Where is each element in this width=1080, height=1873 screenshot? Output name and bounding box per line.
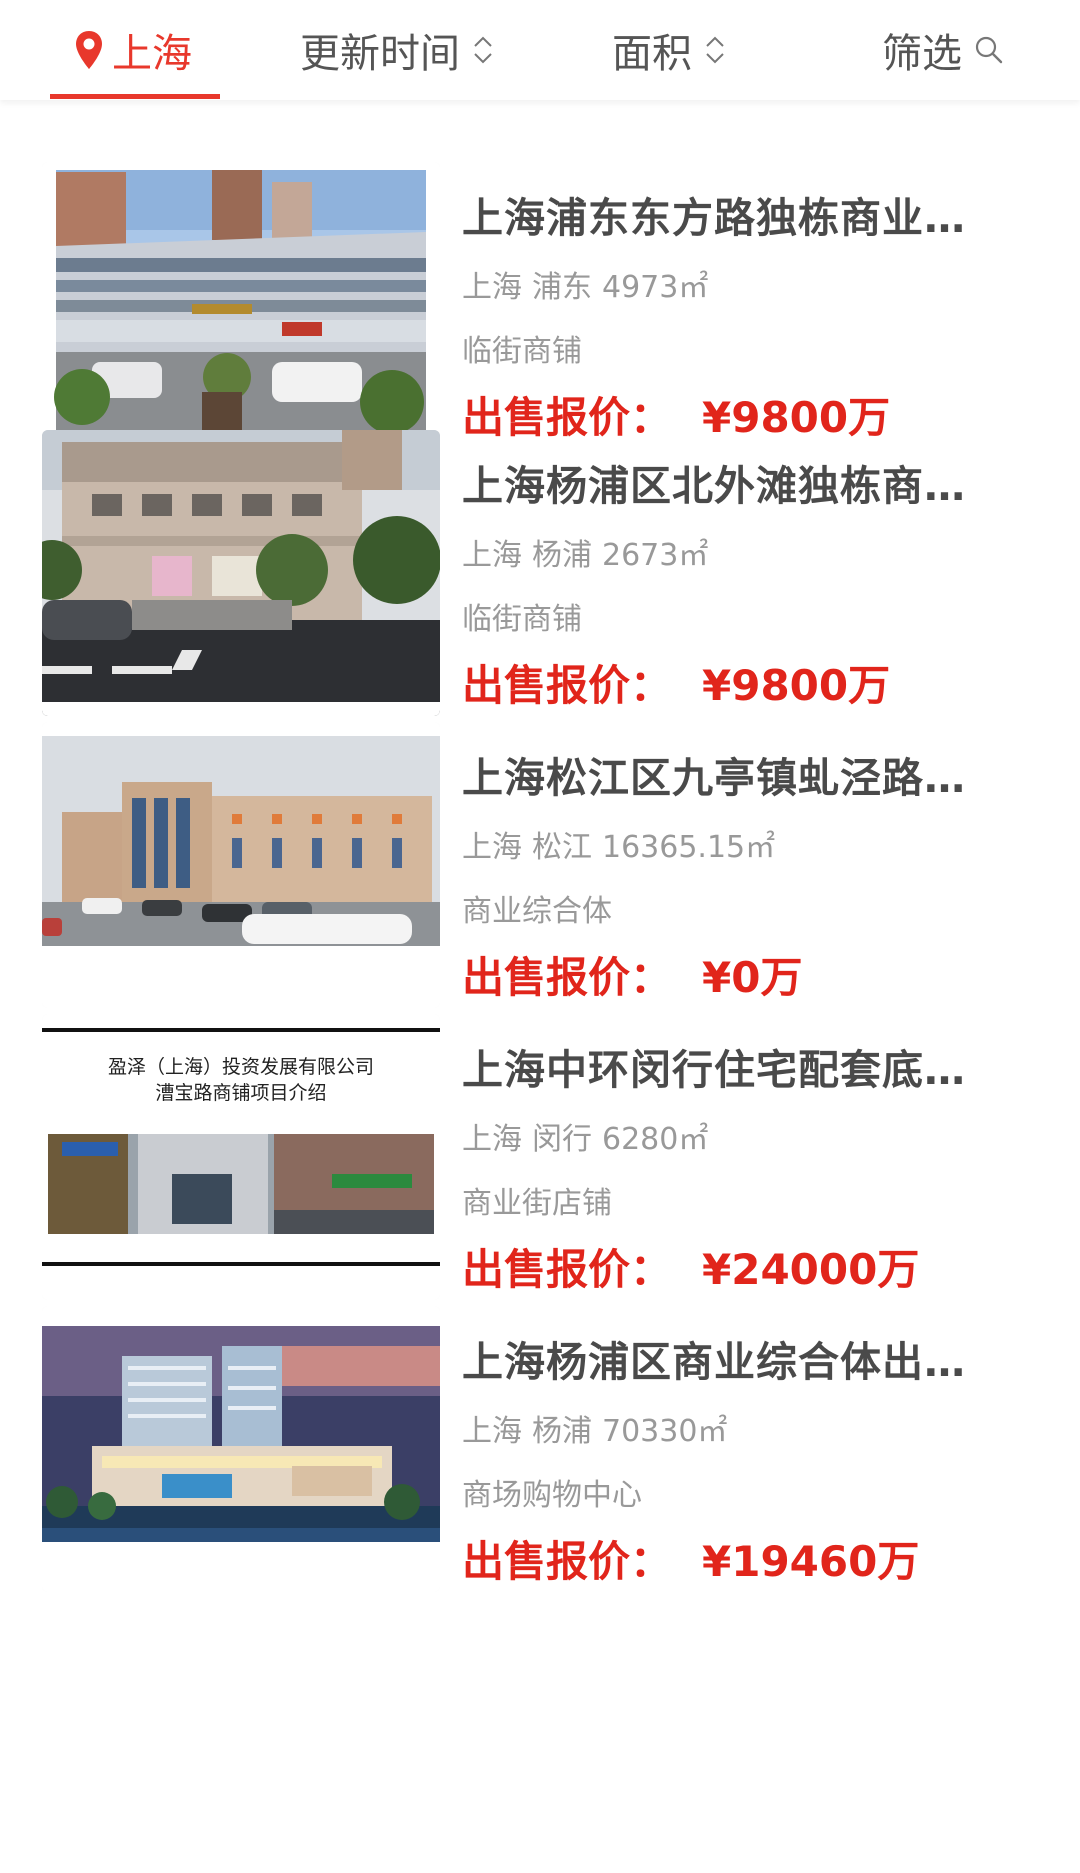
listing-thumbnail[interactable] <box>42 162 440 448</box>
listing-category: 商业街店铺 <box>462 1186 612 1221</box>
shopping-mall-render-photo-icon <box>42 1306 440 1592</box>
price-label: 出售报价： <box>462 1537 673 1586</box>
listing-title[interactable]: 上海杨浦区商业综合体出… <box>462 1328 1002 1388</box>
listing-meta: 上海 浦东 4973㎡ <box>462 262 718 306</box>
hotel-building-photo-icon <box>42 722 440 1008</box>
city-tab-indicator <box>50 94 220 99</box>
listing-area: 4973㎡ <box>602 270 709 305</box>
listing-district: 浦东 <box>532 270 592 305</box>
listing-thumbnail[interactable] <box>42 430 440 716</box>
listing-card[interactable]: 盈泽（上海）投资发展有限公司 漕宝路商铺项目介绍 上海中环闵行住宅配套底… 上海… <box>0 1014 1080 1314</box>
listing-district: 杨浦 <box>532 538 592 573</box>
listing-district: 松江 <box>532 830 592 865</box>
listing-area: 16365.15㎡ <box>602 830 776 865</box>
location-pin-icon <box>76 31 102 69</box>
sort-arrows-icon <box>706 36 724 64</box>
price-value: ¥0万 <box>702 953 803 1002</box>
price-value: ¥24000万 <box>702 1245 920 1294</box>
listing-city: 上海 <box>462 1414 522 1449</box>
slide-caption-line1: 盈泽（上海）投资发展有限公司 <box>107 1056 374 1078</box>
listing-title[interactable]: 上海松江区九亭镇虬泾路… <box>462 744 1002 804</box>
filter-button[interactable]: 筛选 <box>882 0 1004 100</box>
listing-category: 商业综合体 <box>462 894 612 929</box>
price-label: 出售报价： <box>462 661 673 710</box>
listing-title[interactable]: 上海中环闵行住宅配套底… <box>462 1036 1002 1096</box>
listing-price: 出售报价： ¥24000万 <box>462 1236 919 1297</box>
search-icon <box>975 36 1003 64</box>
sort-area-label: 面积 <box>612 31 692 77</box>
listing-city: 上海 <box>462 270 522 305</box>
listing-price: 出售报价： ¥0万 <box>462 944 802 1005</box>
listing-district: 杨浦 <box>532 1414 592 1449</box>
listing-meta: 上海 杨浦 70330㎡ <box>462 1406 737 1450</box>
listing-city: 上海 <box>462 1122 522 1157</box>
sort-time-label: 更新时间 <box>300 31 460 77</box>
listing-district: 闵行 <box>532 1122 592 1157</box>
listing-category: 临街商铺 <box>462 602 582 637</box>
listing-price: 出售报价： ¥9800万 <box>462 652 890 713</box>
listing-card[interactable]: 上海杨浦区商业综合体出… 上海 杨浦 70330㎡ 商场购物中心 出售报价： ¥194… <box>0 1306 1080 1606</box>
city-selector[interactable]: 上海 <box>74 0 192 100</box>
listing-city: 上海 <box>462 538 522 573</box>
listing-title[interactable]: 上海浦东东方路独栋商业… <box>462 184 1002 244</box>
sort-by-update-time[interactable]: 更新时间 <box>300 0 494 100</box>
office-building-photo-icon <box>42 162 440 448</box>
listing-card[interactable]: 上海浦东东方路独栋商业… 上海 浦东 4973㎡ 临街商铺 出售报价： ¥9800万 <box>0 162 1080 462</box>
listing-card[interactable]: 上海松江区九亭镇虬泾路… 上海 松江 16365.15㎡ 商业综合体 出售报价： ¥0… <box>0 722 1080 1022</box>
listing-category: 商场购物中心 <box>462 1478 642 1513</box>
slide-caption-line2: 漕宝路商铺项目介绍 <box>155 1082 327 1104</box>
price-label: 出售报价： <box>462 953 673 1002</box>
listing-category: 临街商铺 <box>462 334 582 369</box>
listing-area: 6280㎡ <box>602 1122 709 1157</box>
filter-label: 筛选 <box>882 31 962 77</box>
price-label: 出售报价： <box>462 1245 673 1294</box>
street-building-photo-icon <box>42 430 440 716</box>
listing-city: 上海 <box>462 830 522 865</box>
listing-area: 2673㎡ <box>602 538 709 573</box>
listing-meta: 上海 松江 16365.15㎡ <box>462 822 785 866</box>
listing-thumbnail[interactable] <box>42 1306 440 1592</box>
listing-title[interactable]: 上海杨浦区北外滩独栋商… <box>462 452 1002 512</box>
listing-card[interactable]: 上海杨浦区北外滩独栋商… 上海 杨浦 2673㎡ 临街商铺 出售报价： ¥9800万 <box>0 430 1080 730</box>
listing-meta: 上海 闵行 6280㎡ <box>462 1114 718 1158</box>
sort-by-area[interactable]: 面积 <box>612 0 726 100</box>
presentation-slide-photo-icon: 盈泽（上海）投资发展有限公司 漕宝路商铺项目介绍 <box>42 1014 440 1300</box>
listing-area: 70330㎡ <box>602 1414 728 1449</box>
listing-meta: 上海 杨浦 2673㎡ <box>462 530 718 574</box>
listing-price: 出售报价： ¥19460万 <box>462 1528 919 1589</box>
sort-arrows-icon <box>474 36 492 64</box>
filter-bar: 上海 更新时间 面积 筛选 <box>0 0 1080 100</box>
listing-thumbnail[interactable]: 盈泽（上海）投资发展有限公司 漕宝路商铺项目介绍 <box>42 1014 440 1300</box>
city-label: 上海 <box>112 31 192 77</box>
price-value: ¥9800万 <box>702 661 891 710</box>
price-value: ¥19460万 <box>702 1537 920 1586</box>
listing-thumbnail[interactable] <box>42 722 440 1008</box>
